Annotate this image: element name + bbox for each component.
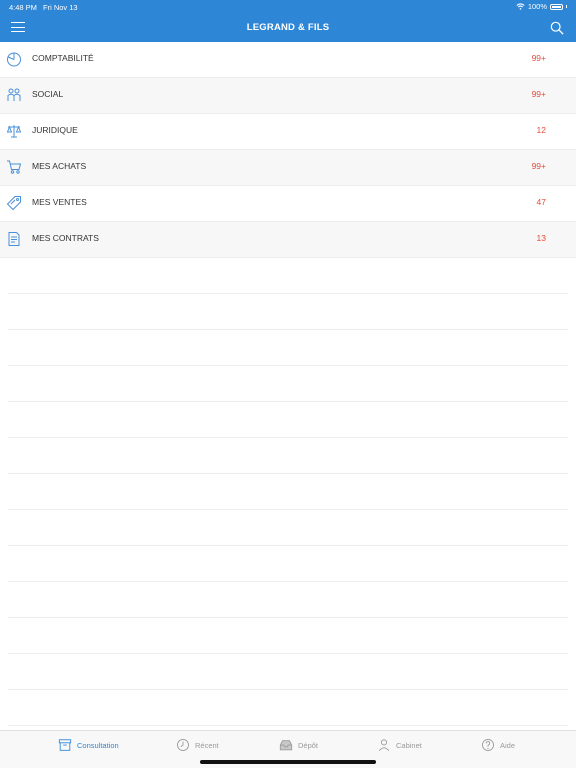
category-row-juridique[interactable]: JURIDIQUE 12 xyxy=(0,114,576,150)
cart-icon xyxy=(7,160,22,174)
category-count: 99+ xyxy=(531,89,546,99)
tab-label: Consultation xyxy=(77,740,119,750)
wifi-icon xyxy=(516,3,525,10)
category-row-social[interactable]: SOCIAL 99+ xyxy=(0,78,576,114)
list-divider xyxy=(8,365,568,366)
category-row-mes-ventes[interactable]: MES VENTES 47 xyxy=(0,186,576,222)
category-row-mes-achats[interactable]: MES ACHATS 99+ xyxy=(0,150,576,186)
category-row-mes-contrats[interactable]: MES CONTRATS 13 xyxy=(0,222,576,258)
clock-icon xyxy=(177,739,189,751)
category-label: MES CONTRATS xyxy=(32,233,99,243)
battery-percent: 100% xyxy=(527,2,547,11)
pie-chart-icon xyxy=(7,52,21,67)
category-count: 12 xyxy=(536,125,546,135)
list-divider xyxy=(8,725,568,726)
tab-label: Dépôt xyxy=(298,740,319,750)
list-divider xyxy=(8,509,568,510)
tab-label: Aide xyxy=(500,740,516,750)
archive-box-icon xyxy=(58,739,72,751)
home-indicator[interactable] xyxy=(200,760,376,764)
category-count: 99+ xyxy=(531,161,546,171)
people-icon xyxy=(7,88,21,101)
category-count: 13 xyxy=(536,233,546,243)
battery-tip xyxy=(566,5,567,8)
status-time: 4:48 PM xyxy=(9,3,37,12)
tab-depot[interactable]: Dépôt xyxy=(279,738,318,752)
list-divider xyxy=(8,401,568,402)
list-divider xyxy=(8,653,568,654)
list-divider xyxy=(8,689,568,690)
tab-label: Récent xyxy=(195,740,219,750)
scales-icon xyxy=(6,125,22,138)
search-icon[interactable] xyxy=(550,21,564,35)
list-divider xyxy=(8,473,568,474)
list-divider xyxy=(8,329,568,330)
list-divider xyxy=(8,293,568,294)
tab-label: Cabinet xyxy=(396,740,422,750)
tag-icon xyxy=(6,196,21,211)
list-divider xyxy=(8,617,568,618)
tab-aide[interactable]: Aide xyxy=(481,738,515,752)
status-indicators: 100% xyxy=(516,2,567,11)
category-label: COMPTABILITÉ xyxy=(32,53,94,63)
battery-icon xyxy=(550,3,563,10)
category-count: 99+ xyxy=(531,53,546,63)
tab-cabinet[interactable]: Cabinet xyxy=(377,738,422,752)
status-date: Fri Nov 13 xyxy=(43,3,78,12)
page-title: LEGRAND & FILS xyxy=(246,22,330,33)
category-count: 47 xyxy=(536,197,546,207)
list-divider xyxy=(8,581,568,582)
category-label: MES ACHATS xyxy=(32,161,87,171)
list-divider xyxy=(8,437,568,438)
list-divider xyxy=(8,545,568,546)
category-label: JURIDIQUE xyxy=(32,125,78,135)
inbox-tray-icon xyxy=(279,740,293,751)
help-circle-icon xyxy=(482,739,494,751)
category-label: MES VENTES xyxy=(32,197,87,207)
category-row-comptabilite[interactable]: COMPTABILITÉ 99+ xyxy=(0,42,576,78)
tab-consultation[interactable]: Consultation xyxy=(58,738,119,752)
tab-recent[interactable]: Récent xyxy=(176,738,219,752)
app-header: 4:48 PM Fri Nov 13 100% LEGRAND & FILS xyxy=(0,0,576,42)
person-icon xyxy=(378,739,390,751)
category-label: SOCIAL xyxy=(32,89,64,99)
document-icon xyxy=(8,232,20,246)
